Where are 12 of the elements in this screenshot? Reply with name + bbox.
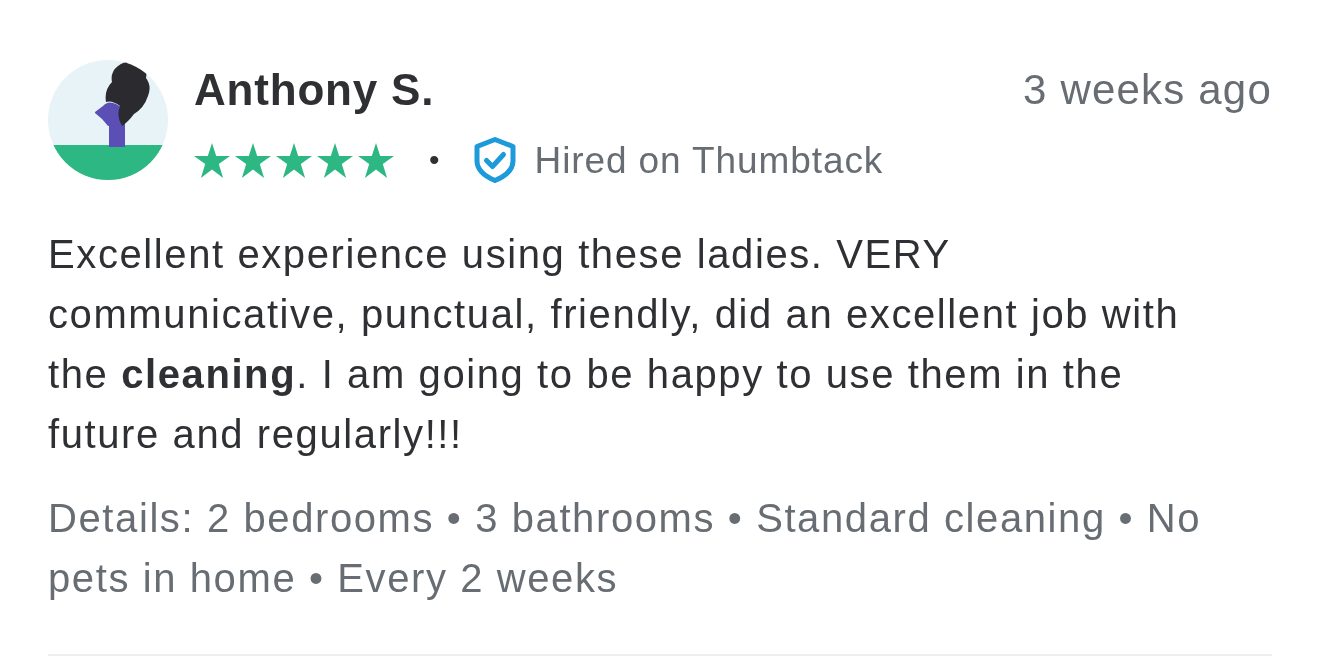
hired-badge-text: Hired on Thumbtack xyxy=(534,141,884,179)
review-details: Details: 2 bedrooms • 3 bathrooms • Standard cleaning • No pets in home • Every 2 weeks xyxy=(48,495,1203,602)
star-icon xyxy=(358,142,394,178)
star-icon xyxy=(317,142,353,178)
star-icon xyxy=(194,142,230,178)
review-text: Excellent experience using these ladies. VERY communicative, punctual, friendly, did an excellent job with the cleaning. I am going to be happy to use them in the future and regularly!!! xyxy=(48,231,1181,458)
reviewer-name: Anthony S. xyxy=(194,66,436,114)
separator-dot: • xyxy=(429,145,440,175)
star-icon xyxy=(235,142,271,178)
review-time: 3 weeks ago xyxy=(1022,65,1272,115)
star-icon xyxy=(276,142,312,178)
shield-check-icon xyxy=(472,137,517,183)
